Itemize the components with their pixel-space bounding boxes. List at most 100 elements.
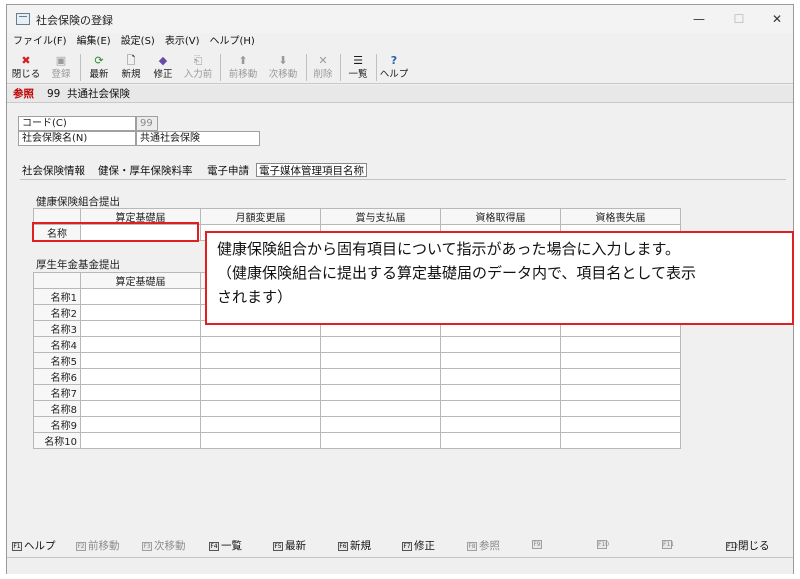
code-field[interactable]: 99 — [136, 116, 158, 131]
f7-key-icon: F7 — [402, 541, 412, 551]
table-cell[interactable] — [80, 336, 201, 353]
table-row: 名称8 — [33, 400, 681, 417]
table-cell[interactable] — [320, 400, 441, 417]
table-cell[interactable] — [320, 432, 441, 449]
table-cell[interactable] — [560, 352, 681, 369]
table-cell[interactable] — [200, 416, 321, 433]
toolbar-separator — [220, 54, 221, 81]
table-cell[interactable] — [200, 352, 321, 369]
table-cell[interactable] — [80, 400, 201, 417]
refresh-icon: ⟳ — [94, 54, 104, 67]
table-cell[interactable] — [80, 352, 201, 369]
fkey-close[interactable]: F12閉じる — [726, 538, 770, 553]
row-label: 名称7 — [33, 384, 81, 401]
toolbar-separator — [306, 54, 307, 81]
fkey-prev[interactable]: F2 前移動 — [76, 538, 120, 553]
minimize-button[interactable]: — — [679, 7, 719, 31]
toolbar-save-button[interactable]: ▣ 登録 — [46, 51, 76, 84]
fkey-f10[interactable]: F10 — [597, 538, 609, 550]
table-cell[interactable] — [440, 368, 561, 385]
table-cell[interactable] — [80, 368, 201, 385]
table-cell[interactable] — [560, 336, 681, 353]
table-cell[interactable] — [80, 416, 201, 433]
table-cell[interactable] — [320, 352, 441, 369]
table-cell[interactable] — [200, 432, 321, 449]
row-label: 名称6 — [33, 368, 81, 385]
toolbar-refresh-button[interactable]: ⟳ 最新 — [84, 51, 114, 84]
table-cell[interactable] — [440, 384, 561, 401]
toolbar-close-button[interactable]: ✖ 閉じる — [11, 51, 41, 84]
annotation-callout: 健康保険組合から固有項目について指示があった場合に入力します。 （健康保険組合に… — [205, 231, 794, 325]
name-label: 社会保険名(N) — [18, 131, 136, 146]
fkey-f9[interactable]: F9 — [532, 538, 544, 550]
toolbar-list-button[interactable]: ☰ 一覧 — [343, 51, 373, 84]
insurance-name-field[interactable]: 共通社会保険 — [136, 131, 260, 146]
table-cell[interactable] — [320, 336, 441, 353]
f1-key-icon: F1 — [12, 541, 22, 551]
code-label: コード(C) — [18, 116, 136, 131]
new-document-icon: 🗋 — [126, 54, 136, 67]
toolbar-before-input-button[interactable]: ⎗ 入力前 — [180, 51, 216, 84]
table-cell[interactable] — [320, 416, 441, 433]
fkey-refresh[interactable]: F5 最新 — [273, 538, 306, 553]
table-cell[interactable] — [560, 432, 681, 449]
table-cell[interactable] — [80, 304, 201, 321]
menu-edit[interactable]: 編集(E) — [77, 33, 111, 51]
tab-e-filing[interactable]: 電子申請 — [207, 164, 249, 178]
fkey-next[interactable]: F3 次移動 — [142, 538, 186, 553]
tab-media-item-names[interactable]: 電子媒体管理項目名称 — [256, 163, 367, 177]
mode-label: 参照 — [13, 88, 34, 100]
fkey-help[interactable]: F1 ヘルプ — [12, 538, 56, 553]
table-cell[interactable] — [440, 416, 561, 433]
fkey-new[interactable]: F6 新規 — [338, 538, 371, 553]
fkey-reference[interactable]: F8 参照 — [467, 538, 500, 553]
toolbar-prev-button[interactable]: ⬆ 前移動 — [224, 51, 262, 84]
column-header: 算定基礎届 — [80, 272, 201, 289]
table-cell[interactable] — [200, 336, 321, 353]
maximize-button[interactable]: ☐ — [719, 7, 759, 31]
fkey-edit[interactable]: F7 修正 — [402, 538, 435, 553]
mode-bar: 参照 99 共通社会保険 — [7, 85, 793, 103]
table-cell[interactable] — [440, 432, 561, 449]
close-icon: ✖ — [21, 54, 31, 67]
table-cell[interactable] — [560, 368, 681, 385]
table-cell[interactable] — [80, 288, 201, 305]
table-cell[interactable] — [440, 352, 561, 369]
menu-help[interactable]: ヘルプ(H) — [210, 33, 255, 51]
toolbar-new-button[interactable]: 🗋 新規 — [116, 51, 146, 84]
close-window-button[interactable]: ✕ — [757, 7, 797, 31]
table-cell[interactable] — [560, 384, 681, 401]
menu-file[interactable]: ファイル(F) — [13, 33, 67, 51]
table-cell[interactable] — [80, 320, 201, 337]
table-cell[interactable] — [320, 384, 441, 401]
menu-bar: ファイル(F) 編集(E) 設定(S) 表示(V) ヘルプ(H) — [7, 33, 793, 51]
f5-key-icon: F5 — [273, 541, 283, 551]
table-cell[interactable] — [560, 400, 681, 417]
toolbar-help-button[interactable]: ? ヘルプ — [378, 51, 410, 84]
row-label: 名称2 — [33, 304, 81, 321]
table-cell[interactable] — [560, 416, 681, 433]
table-cell[interactable] — [200, 400, 321, 417]
table-row: 名称7 — [33, 384, 681, 401]
table-cell[interactable] — [200, 368, 321, 385]
table-cell[interactable] — [80, 432, 201, 449]
status-bar — [7, 557, 793, 574]
toolbar-edit-button[interactable]: ◆ 修正 — [148, 51, 178, 84]
tab-premium-rates[interactable]: 健保・厚年保険料率 — [98, 164, 193, 178]
table-cell[interactable] — [440, 400, 561, 417]
menu-view[interactable]: 表示(V) — [165, 33, 200, 51]
tab-insurance-info[interactable]: 社会保険情報 — [22, 164, 85, 178]
row-label: 名称1 — [33, 288, 81, 305]
table-cell[interactable] — [200, 384, 321, 401]
table-cell[interactable] — [80, 384, 201, 401]
list-icon: ☰ — [353, 54, 363, 67]
table-cell[interactable] — [440, 336, 561, 353]
edit-icon: ◆ — [158, 54, 168, 67]
fkey-list[interactable]: F4 一覧 — [209, 538, 242, 553]
toolbar-delete-button[interactable]: ✕ 削除 — [309, 51, 337, 84]
menu-settings[interactable]: 設定(S) — [121, 33, 155, 51]
fkey-f11[interactable]: F11 — [662, 538, 674, 550]
toolbar-next-button[interactable]: ⬇ 次移動 — [264, 51, 302, 84]
table-cell[interactable] — [320, 368, 441, 385]
row-label: 名称5 — [33, 352, 81, 369]
